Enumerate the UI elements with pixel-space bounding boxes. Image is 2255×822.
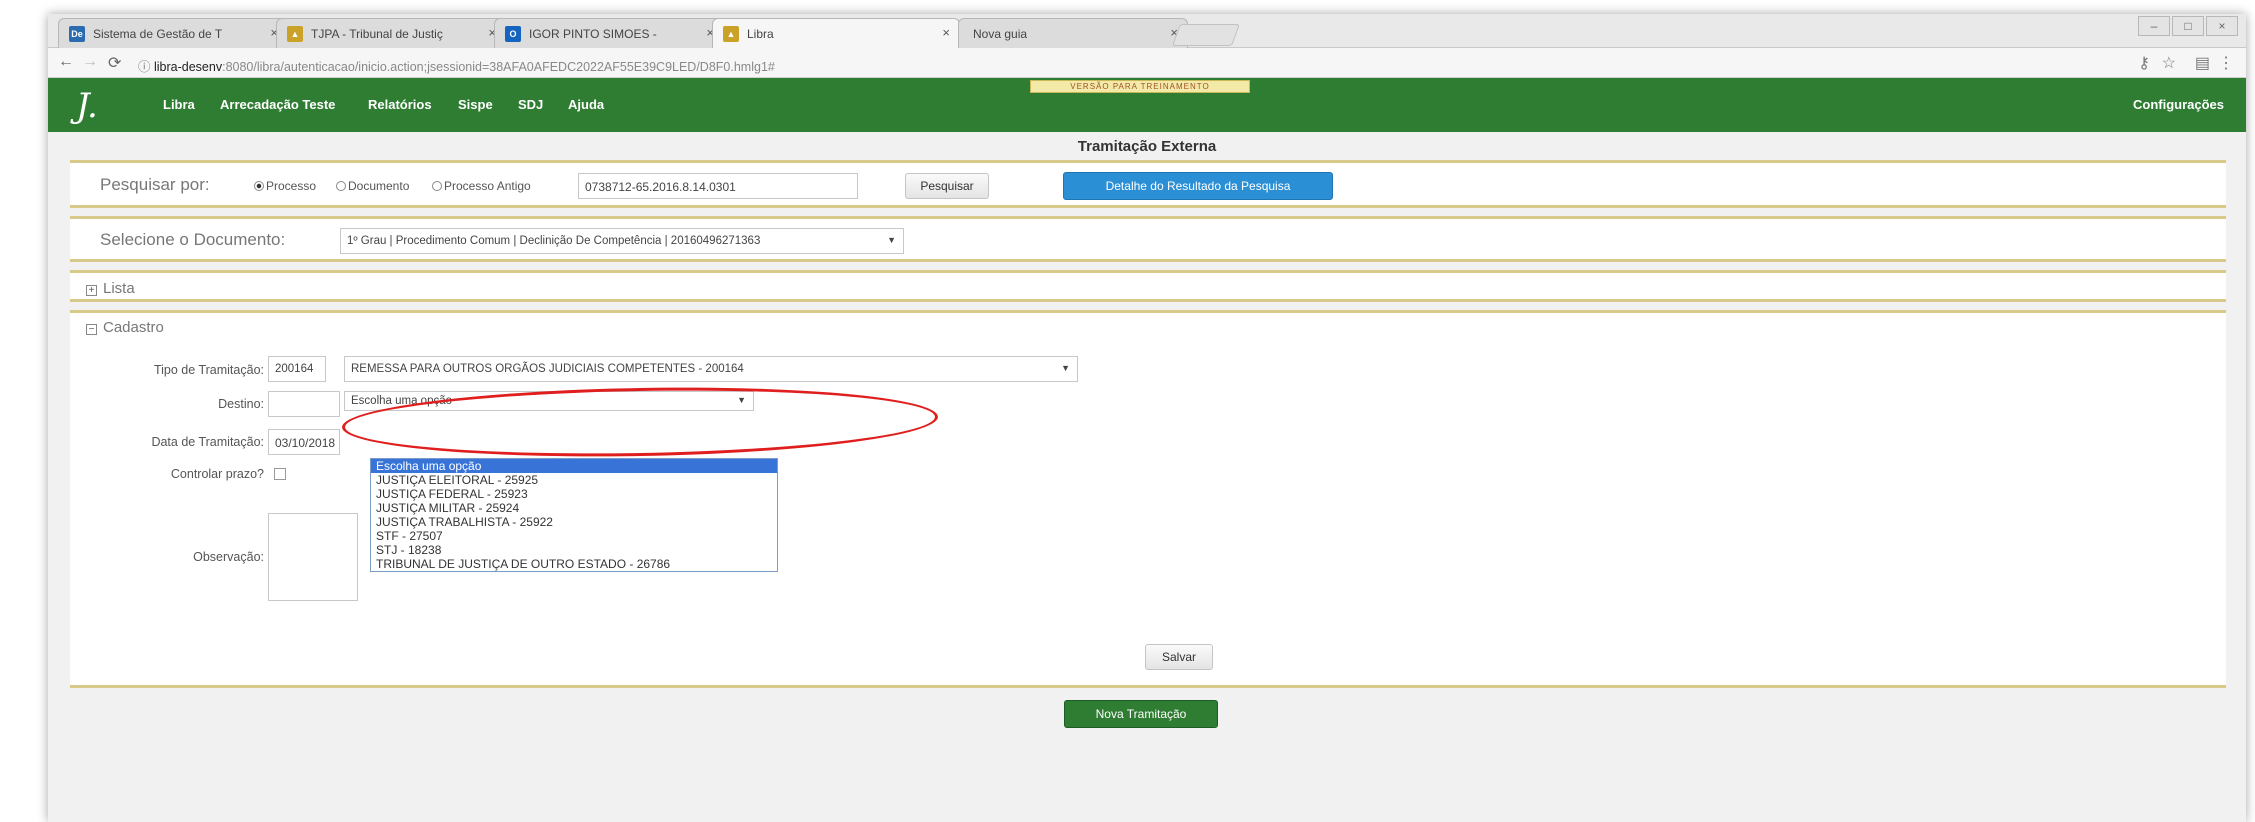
menu-item-sispe[interactable]: Sispe [458,97,493,112]
menu-item-arrecadacao[interactable]: Arrecadação Teste [220,97,335,112]
browser-tab[interactable]: ▲ TJPA - Tribunal de Justiç × [276,18,506,48]
new-tramitacao-button[interactable]: Nova Tramitação [1064,700,1218,728]
page-title: Tramitação Externa [1077,138,1217,155]
training-version-badge: VERSÃO PARA TREINAMENTO [1030,80,1250,93]
close-window-icon[interactable]: × [2206,16,2238,36]
lista-panel: + Lista [70,270,2226,302]
menu-item-sdj[interactable]: SDJ [518,97,543,112]
browser-tab[interactable]: O IGOR PINTO SIMOES - × [494,18,724,48]
browser-tab-active[interactable]: ▲ Libra × [712,18,960,48]
search-button[interactable]: Pesquisar [905,173,989,199]
back-arrow-icon[interactable]: ← [58,53,74,71]
destino-option-selected[interactable]: Escolha uma opção [371,459,777,473]
destino-option[interactable]: JUSTIÇA ELEITORAL - 25925 [371,473,777,487]
search-panel: Pesquisar por: Processo Documento Proces… [70,160,2226,208]
destino-label: Destino: [218,397,264,411]
destino-option[interactable]: JUSTIÇA MILITAR - 25924 [371,501,777,515]
tab-title: TJPA - Tribunal de Justiç [311,27,443,41]
lista-toggle[interactable]: + Lista [86,280,135,297]
url-host: libra-desenv [154,60,223,74]
radio-processo[interactable]: Processo [254,179,316,193]
radio-selected-icon [254,181,264,191]
window-controls: – □ × [2138,16,2238,36]
maximize-icon[interactable]: □ [2172,16,2204,36]
destino-option[interactable]: JUSTIÇA FEDERAL - 25923 [371,487,777,501]
destino-option[interactable]: STF - 27507 [371,529,777,543]
info-icon: ⓘ [138,60,151,74]
tab-title: IGOR PINTO SIMOES - [529,27,657,41]
radio-documento[interactable]: Documento [336,179,409,193]
star-icon[interactable]: ☆ [2162,53,2176,73]
menu-item-ajuda[interactable]: Ajuda [568,97,604,112]
url-path: :8080/libra/autenticacao/inicio.action;j… [222,60,775,74]
tab-title: Libra [747,27,774,41]
tipo-select-value: REMESSA PARA OUTROS ORGÃOS JUDICIAIS COM… [351,363,744,375]
new-tab-button[interactable] [1171,24,1241,46]
prazo-label: Controlar prazo? [170,467,264,481]
extension-icon[interactable]: ▤ [2195,53,2210,73]
address-bar: ← → ⟳ ⓘ libra-desenv:8080/libra/autentic… [48,48,2246,78]
radio-processo-antigo[interactable]: Processo Antigo [432,179,531,193]
tab-favicon-icon: ▲ [287,26,303,42]
minimize-icon[interactable]: – [2138,16,2170,36]
tab-title: Nova guia [973,27,1028,41]
close-icon[interactable]: × [942,25,950,40]
data-label: Data de Tramitação: [151,435,264,449]
document-select-value: 1º Grau | Procedimento Comum | Decliniçã… [347,235,761,247]
destino-option[interactable]: TRIBUNAL DE JUSTIÇA DE OUTRO ESTADO - 26… [371,557,777,571]
collapse-icon: − [86,324,97,335]
browser-tab[interactable]: De Sistema de Gestão de T × [58,18,288,48]
browser-tab-strip: De Sistema de Gestão de T × ▲ TJPA - Tri… [48,14,2246,48]
key-icon[interactable]: ⚷ [2138,53,2150,73]
tab-favicon-icon: O [505,26,521,42]
destino-code-input[interactable] [268,391,340,417]
chevron-down-icon: ▼ [887,235,896,245]
lista-label: Lista [103,280,135,297]
cadastro-toggle[interactable]: − Cadastro [86,319,164,336]
tab-title: Sistema de Gestão de T [93,27,223,41]
url-field[interactable]: ⓘ libra-desenv:8080/libra/autenticacao/i… [138,51,2038,75]
destino-option[interactable]: JUSTIÇA TRABALHISTA - 25922 [371,515,777,529]
prazo-checkbox[interactable] [274,468,286,480]
radio-icon [432,181,442,191]
screenshot-window: De Sistema de Gestão de T × ▲ TJPA - Tri… [48,14,2246,822]
expand-icon: + [86,285,97,296]
menu-item-configuracoes[interactable]: Configurações [2133,97,2224,112]
logo[interactable]: J. [76,86,98,126]
tipo-code-input[interactable]: 200164 [268,356,326,382]
tab-favicon-icon: De [69,26,85,42]
radio-icon [336,181,346,191]
forward-arrow-icon[interactable]: → [82,53,98,71]
save-button[interactable]: Salvar [1145,644,1213,670]
chevron-down-icon: ▼ [1061,363,1070,373]
obs-label: Observação: [193,550,264,564]
search-input[interactable]: 0738712-65.2016.8.14.0301 [578,173,858,199]
document-label: Selecione o Documento: [100,230,286,249]
tab-favicon-icon: ▲ [723,26,739,42]
search-label: Pesquisar por: [100,175,210,194]
destino-dropdown-list: Escolha uma opção JUSTIÇA ELEITORAL - 259… [370,458,778,572]
reload-icon[interactable]: ⟳ [108,53,121,73]
document-select[interactable]: 1º Grau | Procedimento Comum | Decliniçã… [340,228,904,254]
observacao-textarea[interactable] [268,513,358,601]
browser-tab[interactable]: Nova guia × [958,18,1188,48]
app-navbar: J. Libra Arrecadação Teste Relatórios Si… [48,78,2246,132]
menu-item-relatorios[interactable]: Relatórios [368,97,432,112]
document-panel: Selecione o Documento: 1º Grau | Procedi… [70,216,2226,262]
tipo-label: Tipo de Tramitação: [153,363,264,377]
date-input[interactable]: 03/10/2018 [268,429,340,455]
menu-dots-icon[interactable]: ⋮ [2218,53,2234,73]
tipo-select[interactable]: REMESSA PARA OUTROS ORGÃOS JUDICIAIS COM… [344,356,1078,382]
detail-result-button[interactable]: Detalhe do Resultado da Pesquisa [1063,172,1333,200]
menu-item-libra[interactable]: Libra [163,97,195,112]
cadastro-label: Cadastro [103,319,164,336]
destino-option[interactable]: STJ - 18238 [371,543,777,557]
